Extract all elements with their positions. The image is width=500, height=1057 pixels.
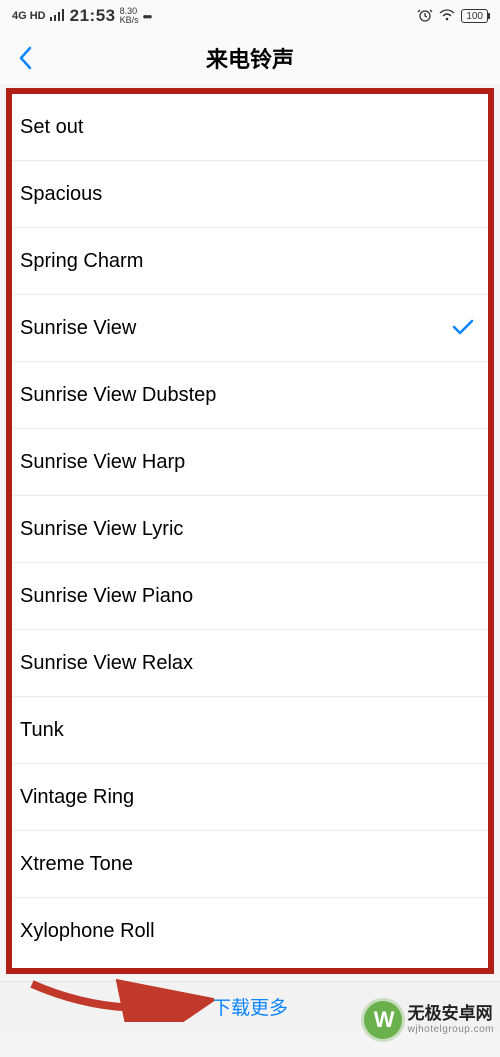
- ringtone-item[interactable]: Tunk: [12, 697, 488, 764]
- battery-indicator: 100: [461, 9, 488, 23]
- download-more-link[interactable]: 下载更多: [212, 993, 288, 1020]
- back-button[interactable]: [0, 32, 50, 84]
- alarm-icon: [417, 7, 433, 26]
- ringtone-label: Sunrise View Piano: [20, 585, 193, 608]
- network-indicator: 4G HD: [12, 10, 46, 22]
- ringtone-label: Tunk: [20, 719, 64, 742]
- watermark-url: wjhotelgroup.com: [408, 1024, 494, 1035]
- ringtone-label: Sunrise View Lyric: [20, 518, 183, 541]
- watermark: W 无极安卓网 wjhotelgroup.com: [364, 1001, 494, 1039]
- watermark-title: 无极安卓网: [408, 1005, 494, 1024]
- ringtone-label: Sunrise View: [20, 317, 136, 340]
- ringtone-label: Sunrise View Relax: [20, 652, 193, 675]
- ringtone-item[interactable]: Set out: [12, 94, 488, 161]
- ringtone-item[interactable]: Vintage Ring: [12, 764, 488, 831]
- ringtone-label: Set out: [20, 116, 83, 139]
- ringtone-item[interactable]: Xylophone Roll: [12, 898, 488, 965]
- more-dots-icon: •••: [143, 9, 151, 24]
- ringtone-label: Xylophone Roll: [20, 920, 155, 943]
- ringtone-item[interactable]: Sunrise View Dubstep: [12, 362, 488, 429]
- ringtone-label: Spacious: [20, 183, 102, 206]
- clock-time: 21:53: [70, 6, 116, 26]
- ringtone-list-container: Set out Spacious Spring Charm Sunrise View S…: [6, 88, 494, 974]
- status-left: 4G HD 21:53 8.30KB/s •••: [12, 6, 150, 26]
- ringtone-item[interactable]: Sunrise View Relax: [12, 630, 488, 697]
- status-bar: 4G HD 21:53 8.30KB/s ••• 100: [0, 0, 500, 32]
- page-title: 来电铃声: [206, 42, 294, 74]
- ringtone-item[interactable]: Sunrise View Harp: [12, 429, 488, 496]
- status-right: 100: [417, 7, 488, 26]
- ringtone-item[interactable]: Xtreme Tone: [12, 831, 488, 898]
- ringtone-label: Spring Charm: [20, 250, 143, 273]
- ringtone-item[interactable]: Sunrise View Lyric: [12, 496, 488, 563]
- navigation-header: 来电铃声: [0, 32, 500, 84]
- ringtone-label: Xtreme Tone: [20, 853, 133, 876]
- ringtone-item[interactable]: Sunrise View Piano: [12, 563, 488, 630]
- ringtone-label: Sunrise View Dubstep: [20, 384, 216, 407]
- data-speed: 8.30KB/s: [120, 7, 139, 25]
- checkmark-icon: [452, 315, 474, 341]
- watermark-logo-icon: W: [364, 1001, 402, 1039]
- ringtone-item[interactable]: Spring Charm: [12, 228, 488, 295]
- ringtone-label: Vintage Ring: [20, 786, 134, 809]
- wifi-icon: [439, 9, 455, 24]
- ringtone-label: Sunrise View Harp: [20, 451, 185, 474]
- ringtone-item[interactable]: Sunrise View: [12, 295, 488, 362]
- signal-bars-icon: [50, 9, 66, 24]
- ringtone-item[interactable]: Spacious: [12, 161, 488, 228]
